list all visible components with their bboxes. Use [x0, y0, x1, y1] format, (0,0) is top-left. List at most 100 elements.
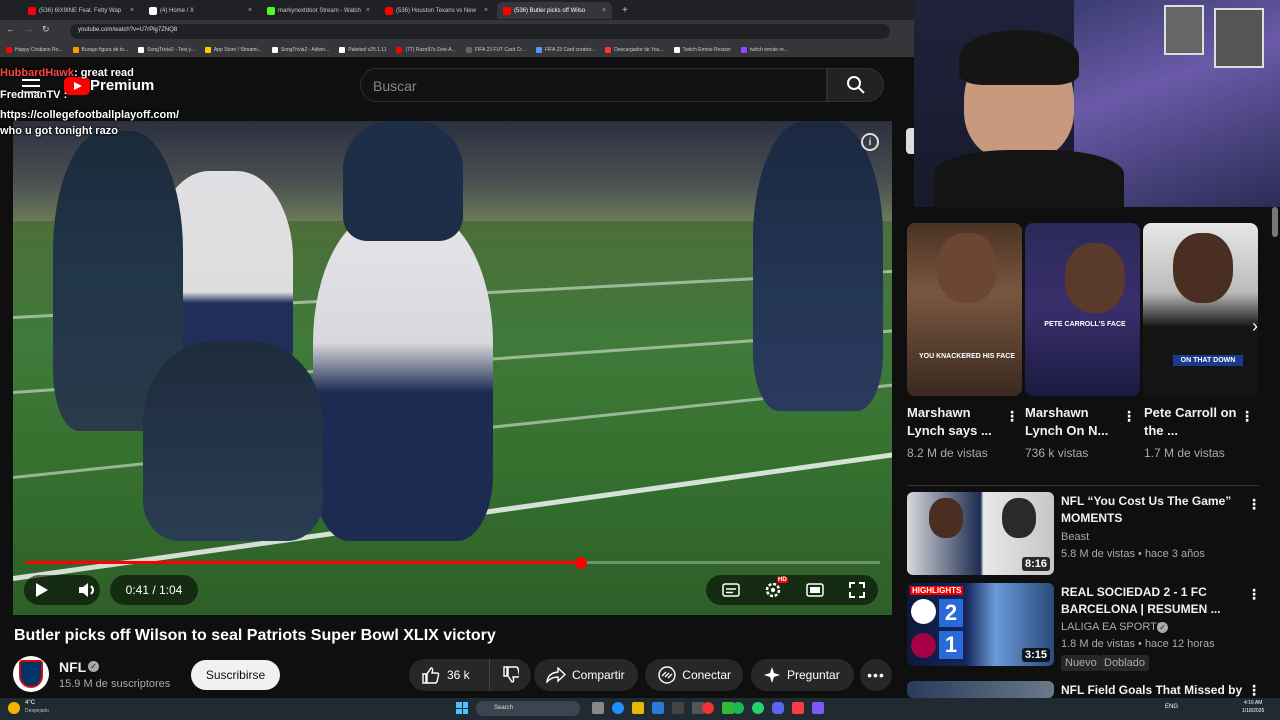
bookmark-label: Happy Cristiano Ro... [15, 46, 63, 53]
close-tab-icon[interactable]: × [130, 7, 134, 14]
weather-temp[interactable]: 4°C [25, 700, 35, 706]
settings-button[interactable]: HD [762, 577, 788, 601]
bookmark-label: Descargador de You... [614, 46, 664, 53]
bookmark-item[interactable]: twitch emote re... [740, 46, 789, 53]
subscriber-count: 15.9 M de suscriptores [59, 678, 171, 690]
related-channel[interactable]: LALIGA EA SPORTS [1061, 621, 1164, 633]
ask-button[interactable]: Preguntar [751, 659, 854, 691]
info-icon[interactable]: i [861, 133, 879, 151]
close-tab-icon[interactable]: × [484, 7, 488, 14]
language-indicator[interactable]: ENG [1165, 704, 1178, 710]
progress-scrubber[interactable] [575, 557, 588, 569]
short-title[interactable]: Pete Carroll on the ... [1144, 404, 1239, 440]
task-view-icon[interactable] [592, 702, 604, 714]
bookmark-item[interactable]: SongTrivia2 - Test y... [138, 46, 195, 53]
sidebar-edge [906, 128, 914, 154]
dislike-button[interactable] [489, 659, 531, 691]
short-thumbnail[interactable]: YOU KNACKERED HIS FACE [907, 223, 1022, 396]
browser-tab-active[interactable]: (536) Butler picks off Wilso × [497, 2, 612, 19]
related-title[interactable]: NFL Field Goals That Missed by [1061, 682, 1246, 699]
bookmark-item[interactable]: Happy Cristiano Ro... [6, 46, 63, 53]
like-button[interactable]: 36 k [409, 659, 489, 691]
bookmark-item[interactable]: Twitch Emote Resizer [673, 46, 731, 53]
chevron-right-icon[interactable]: › [1242, 313, 1268, 339]
forward-icon[interactable]: → [24, 24, 33, 34]
short-thumbnail[interactable]: ON THAT DOWN [1143, 223, 1258, 396]
connect-button[interactable]: Conectar [645, 659, 743, 691]
fullscreen-button[interactable] [846, 579, 868, 601]
back-icon[interactable]: ← [6, 24, 15, 34]
chrome-icon[interactable] [702, 702, 714, 714]
more-actions-button[interactable]: ••• [860, 659, 892, 691]
file-explorer-icon[interactable] [632, 702, 644, 714]
expand-icon [849, 582, 865, 598]
bookmark-item[interactable]: (77) Razo97s Zest-A... [396, 46, 456, 53]
sidebar-scrollbar[interactable] [1272, 207, 1278, 237]
music-icon[interactable] [792, 702, 804, 714]
related-thumbnail[interactable]: 8:16 [907, 492, 1054, 575]
bookmark-label: SongTrivia2 - Test y... [147, 46, 195, 53]
app-icon[interactable] [672, 702, 684, 714]
short-title[interactable]: Marshawn Lynch On N... [1025, 404, 1120, 440]
spotify-icon[interactable] [732, 702, 744, 714]
short-views: 8.2 M de vistas [907, 446, 988, 460]
reload-icon[interactable]: ↻ [42, 24, 50, 35]
bookmark-item[interactable]: Descargador de You... [605, 46, 664, 53]
related-channel[interactable]: Beast [1061, 531, 1089, 543]
chat-username: FredmanTV [0, 89, 61, 101]
bookmark-item[interactable]: App Store / Streami... [204, 46, 262, 53]
more-vertical-icon[interactable]: ⋮ [1247, 682, 1261, 699]
taskbar-search-label: Search [494, 705, 514, 711]
bookmark-item[interactable]: FIFA 23 Card creator... [535, 46, 595, 53]
video-player[interactable]: i [13, 121, 892, 615]
subtitles-button[interactable] [720, 579, 742, 601]
taskbar-search[interactable]: Search [476, 701, 580, 716]
bookmark-item[interactable]: Burago figura de to... [72, 46, 128, 53]
close-tab-icon[interactable]: × [366, 7, 370, 14]
sparkle-icon [764, 667, 780, 683]
search-input[interactable]: Buscar [360, 68, 827, 102]
windows-start-icon[interactable] [456, 702, 468, 714]
chat-message: : [63, 89, 68, 101]
related-thumbnail[interactable]: HIGHLIGHTS 2 1 3:15 [907, 583, 1054, 666]
edge-icon[interactable] [612, 702, 624, 714]
short-thumbnail[interactable]: PETE CARROLL'S FACE [1025, 223, 1140, 396]
channel-avatar[interactable] [13, 656, 49, 692]
play-button[interactable] [30, 578, 54, 602]
bookmark-item[interactable]: Paletool v25.1.11 [339, 46, 386, 53]
bookmark-item[interactable]: FIFA 23 FUT Card Cr... [465, 46, 526, 53]
x-favicon-icon [149, 6, 157, 15]
search-button[interactable] [827, 68, 884, 102]
short-title[interactable]: Marshawn Lynch says ... [907, 404, 1002, 440]
whatsapp-icon[interactable] [752, 702, 764, 714]
close-tab-icon[interactable]: × [248, 7, 252, 14]
more-vertical-icon[interactable]: ⋮ [1247, 586, 1261, 603]
more-vertical-icon[interactable]: ⋮ [1247, 496, 1261, 513]
new-tab-button[interactable]: + [616, 2, 628, 19]
store-icon[interactable] [652, 702, 664, 714]
subscribe-button[interactable]: Suscribirse [191, 660, 280, 690]
related-thumbnail[interactable] [907, 681, 1054, 698]
url-input[interactable]: youtube.com/watch?v=U7rPlg7ZNQ8 [70, 24, 890, 39]
bookmark-item[interactable]: SongTrivia2 - Adivin... [271, 46, 329, 53]
related-title[interactable]: NFL “You Cost Us The Game” MOMENTS [1061, 493, 1246, 527]
share-button[interactable]: Compartir [534, 659, 638, 691]
related-title[interactable]: REAL SOCIEDAD 2 - 1 FC BARCELONA | RESUM… [1061, 584, 1246, 618]
browser-tab[interactable]: markynextdoor Stream - Watch × [261, 2, 376, 19]
more-vertical-icon[interactable]: ⋮ [1240, 408, 1254, 425]
browser-tab[interactable]: (536) 6IX9INE Feat. Fetty Wap × [22, 2, 140, 19]
clock-time[interactable]: 4:16 AM [1244, 700, 1262, 706]
more-vertical-icon[interactable]: ⋮ [1122, 408, 1136, 425]
channel-name[interactable]: NFL [59, 659, 86, 675]
discord-icon[interactable] [772, 702, 784, 714]
browser-tab[interactable]: (536) Houston Texans vs New × [379, 2, 494, 19]
theater-mode-button[interactable] [804, 579, 826, 601]
kick-favicon-icon [267, 6, 275, 15]
app-icon[interactable] [812, 702, 824, 714]
more-vertical-icon[interactable]: ⋮ [1005, 408, 1019, 425]
webcam-shirt [934, 150, 1124, 207]
browser-tab[interactable]: (4) Home / X × [143, 2, 258, 19]
bookmark-label: twitch emote re... [749, 46, 789, 53]
close-tab-icon[interactable]: × [602, 7, 606, 14]
volume-button[interactable] [75, 578, 99, 602]
